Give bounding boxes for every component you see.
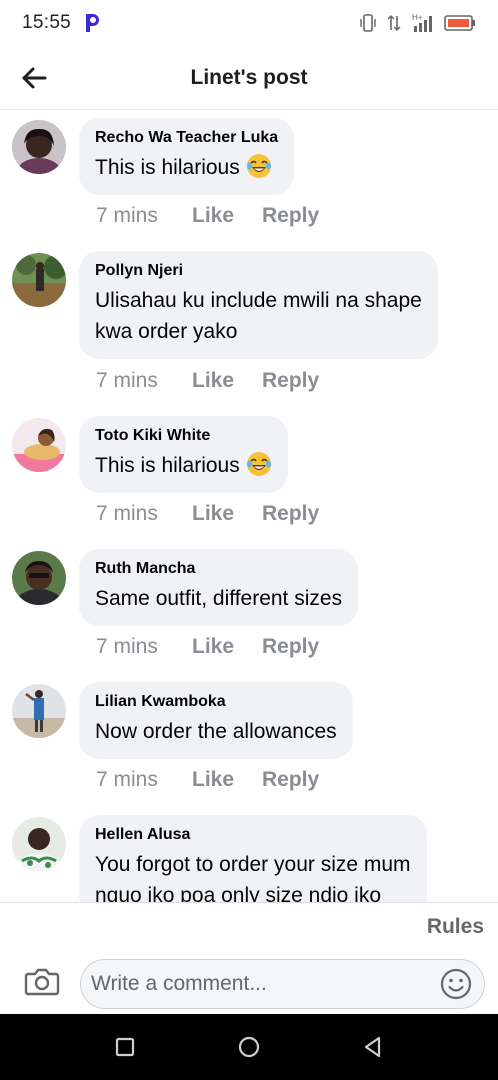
comment-composer: Rules [0, 902, 498, 1014]
comment-bubble[interactable]: Toto Kiki White This is hilarious [79, 416, 288, 493]
comment-time: 7 mins [96, 635, 158, 658]
recents-square-icon[interactable] [112, 1034, 138, 1060]
comment-text: Now order the allowances [95, 720, 337, 743]
comment-actions: 7 mins Like Reply [96, 204, 319, 228]
post-header: Linet's post [0, 46, 498, 110]
comment-actions: 7 mins Like Reply [96, 369, 319, 393]
laughing-tears-emoji-icon [246, 153, 272, 179]
status-time: 15:55 [22, 12, 72, 33]
comment-actions: 7 mins Like Reply [96, 635, 319, 659]
page-title: Linet's post [190, 66, 308, 89]
data-transfer-icon [386, 13, 402, 33]
like-button[interactable]: Like [192, 369, 262, 393]
comment-time: 7 mins [96, 768, 158, 791]
emoji-smiley-icon[interactable] [440, 968, 472, 1000]
avatar[interactable] [12, 418, 66, 472]
cell-signal-icon: H+ [410, 12, 436, 34]
comment-bubble[interactable]: Ruth Mancha Same outfit, different sizes [79, 549, 359, 626]
status-bar: 15:55 H+ [0, 0, 498, 46]
reply-button[interactable]: Reply [262, 768, 319, 792]
reply-button[interactable]: Reply [262, 502, 319, 526]
laughing-tears-emoji-icon [246, 451, 272, 477]
like-button[interactable]: Like [192, 768, 262, 792]
comment-text: Ulisahau ku include mwili na shape kwa or… [95, 289, 422, 343]
comment-time: 7 mins [96, 369, 158, 392]
comment-author[interactable]: Toto Kiki White [95, 426, 272, 446]
comment-time: 7 mins [96, 502, 158, 525]
comment-input-box[interactable] [80, 959, 485, 1009]
comment-bubble[interactable]: Pollyn Njeri Ulisahau ku include mwili n… [79, 251, 438, 359]
reply-button[interactable]: Reply [262, 635, 319, 659]
reply-button[interactable]: Reply [262, 204, 319, 228]
avatar[interactable] [12, 551, 66, 605]
avatar[interactable] [12, 120, 66, 174]
comments-list[interactable]: Recho Wa Teacher Luka This is hilarious … [0, 110, 498, 902]
comment-author[interactable]: Ruth Mancha [95, 559, 342, 579]
avatar[interactable] [12, 684, 66, 738]
comment-text: Same outfit, different sizes [95, 587, 343, 610]
reply-button[interactable]: Reply [262, 369, 319, 393]
comment-input[interactable] [91, 960, 431, 1008]
like-button[interactable]: Like [192, 635, 262, 659]
comment-author[interactable]: Hellen Alusa [95, 825, 411, 845]
comment-bubble[interactable]: Hellen Alusa You forgot to order your si… [79, 815, 427, 902]
camera-icon[interactable] [22, 961, 62, 1001]
comment-text: You forgot to order your size mum nguo ik… [95, 853, 411, 902]
comment-actions: 7 mins Like Reply [96, 768, 319, 792]
avatar[interactable] [12, 253, 66, 307]
svg-text:H+: H+ [412, 13, 423, 22]
comment-text: This is hilarious [95, 450, 272, 481]
avatar[interactable] [12, 817, 66, 871]
like-button[interactable]: Like [192, 502, 262, 526]
back-triangle-icon[interactable] [360, 1034, 386, 1060]
app-notification-icon [83, 12, 101, 34]
comment-time: 7 mins [96, 204, 158, 227]
comment-actions: 7 mins Like Reply [96, 502, 319, 526]
comment-author[interactable]: Recho Wa Teacher Luka [95, 128, 278, 148]
home-circle-icon[interactable] [236, 1034, 262, 1060]
comment-author[interactable]: Lilian Kwamboka [95, 692, 337, 712]
comment-author[interactable]: Pollyn Njeri [95, 261, 422, 281]
like-button[interactable]: Like [192, 204, 262, 228]
vibrate-icon [358, 13, 378, 33]
system-nav-bar [0, 1014, 498, 1080]
battery-icon [444, 14, 476, 32]
comment-bubble[interactable]: Lilian Kwamboka Now order the allowances [79, 682, 353, 759]
rules-link[interactable]: Rules [427, 915, 484, 939]
comment-text: This is hilarious [95, 152, 278, 183]
comment-bubble[interactable]: Recho Wa Teacher Luka This is hilarious [79, 118, 295, 195]
